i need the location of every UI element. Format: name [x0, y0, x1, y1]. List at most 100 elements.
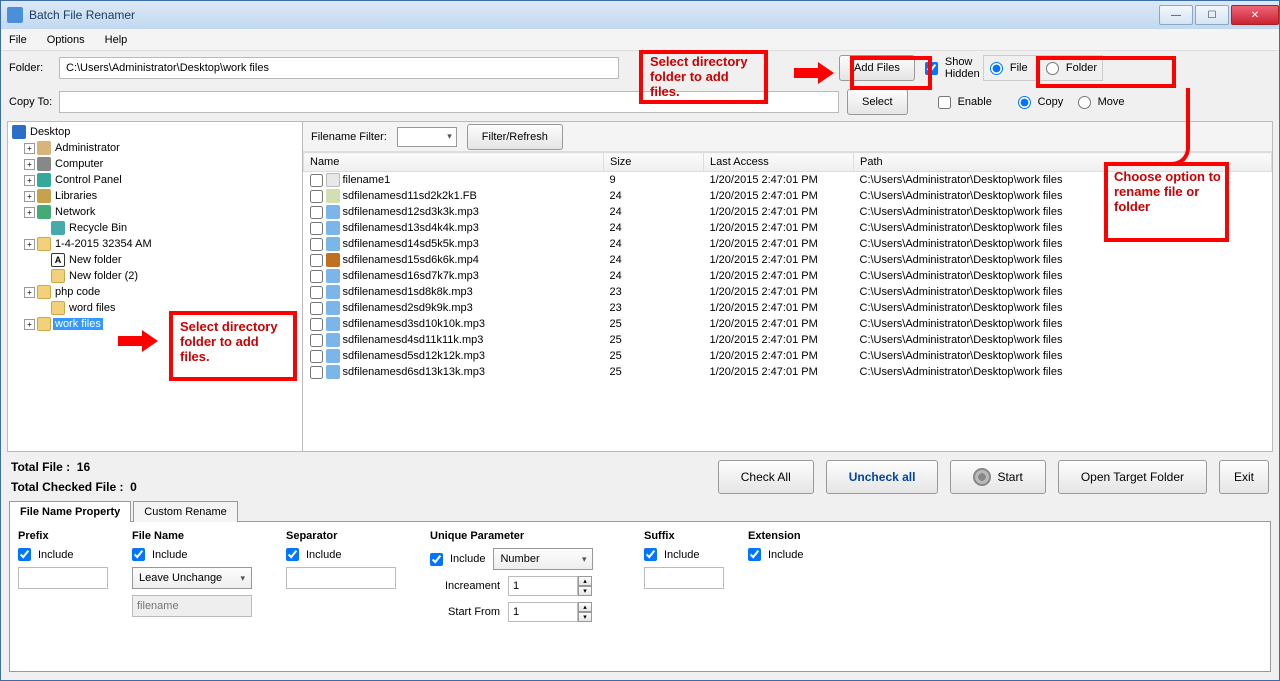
table-row[interactable]: sdfilenamesd3sd10k10k.mp3251/20/2015 2:4… [304, 316, 1272, 332]
row-checkbox[interactable] [310, 190, 323, 203]
desktop-icon [12, 125, 26, 139]
row-checkbox[interactable] [310, 174, 323, 187]
unique-type-combo[interactable]: Number [493, 548, 593, 570]
separator-input[interactable] [286, 567, 396, 589]
row-checkbox[interactable] [310, 222, 323, 235]
suffix-input[interactable] [644, 567, 724, 589]
tree-item[interactable]: +php code [10, 284, 300, 300]
suffix-title: Suffix [644, 530, 734, 542]
move-radio[interactable]: Move [1078, 96, 1128, 109]
close-button[interactable]: ✕ [1231, 5, 1279, 25]
file-name: sdfilenamesd16sd7k7k.mp3 [343, 270, 479, 282]
total-file-value: 16 [77, 460, 90, 474]
annotation-tree-arrow [118, 330, 158, 352]
mode-folder-radio[interactable]: Folder [1046, 62, 1096, 75]
tree-item[interactable]: word files [10, 300, 300, 316]
separator-include[interactable]: Include [286, 548, 416, 561]
filter-combo[interactable] [397, 127, 457, 147]
file-name: sdfilenamesd1sd8k8k.mp3 [343, 286, 473, 298]
tab-custom-rename[interactable]: Custom Rename [133, 501, 238, 522]
add-files-button[interactable]: Add Files [839, 55, 915, 81]
row-checkbox[interactable] [310, 350, 323, 363]
menu-options[interactable]: Options [47, 34, 85, 46]
tree-item[interactable]: +1-4-2015 32354 AM [10, 236, 300, 252]
mode-file-radio[interactable]: File [990, 62, 1040, 75]
table-row[interactable]: sdfilenamesd1sd8k8k.mp3231/20/2015 2:47:… [304, 284, 1272, 300]
filter-refresh-button[interactable]: Filter/Refresh [467, 124, 563, 150]
select-button[interactable]: Select [847, 89, 908, 115]
show-hidden-check[interactable]: Show Hidden [925, 56, 975, 80]
app-icon [7, 7, 23, 23]
row-checkbox[interactable] [310, 206, 323, 219]
start-button[interactable]: Start [950, 460, 1045, 494]
file-size: 9 [604, 172, 704, 189]
table-row[interactable]: sdfilenamesd5sd12k12k.mp3251/20/2015 2:4… [304, 348, 1272, 364]
row-checkbox[interactable] [310, 270, 323, 283]
unique-title: Unique Parameter [430, 530, 630, 542]
table-row[interactable]: sdfilenamesd4sd11k11k.mp3251/20/2015 2:4… [304, 332, 1272, 348]
tree-item[interactable]: ANew folder [10, 252, 300, 268]
file-path: C:\Users\Administrator\Desktop\work file… [854, 236, 1272, 252]
table-row[interactable]: sdfilenamesd16sd7k7k.mp3241/20/2015 2:47… [304, 268, 1272, 284]
folder-tree[interactable]: Desktop +Administrator+Computer+Control … [8, 122, 303, 451]
table-row[interactable]: sdfilenamesd2sd9k9k.mp3231/20/2015 2:47:… [304, 300, 1272, 316]
annotation-addfiles-text: Select directory folder to add files. [650, 55, 760, 100]
row-checkbox[interactable] [310, 366, 323, 379]
file-icon [326, 221, 340, 235]
file-path: C:\Users\Administrator\Desktop\work file… [854, 316, 1272, 332]
row-checkbox[interactable] [310, 238, 323, 251]
tree-item-label: Recycle Bin [67, 222, 129, 234]
increment-spin[interactable]: ▴▾ [508, 576, 592, 596]
exit-button[interactable]: Exit [1219, 460, 1269, 494]
row-checkbox[interactable] [310, 286, 323, 299]
row-checkbox[interactable] [310, 254, 323, 267]
filename-case-combo[interactable]: Leave Unchange [132, 567, 252, 589]
tree-item[interactable]: +Computer [10, 156, 300, 172]
table-row[interactable]: sdfilenamesd6sd13k13k.mp3251/20/2015 2:4… [304, 364, 1272, 380]
row-checkbox[interactable] [310, 334, 323, 347]
file-last-access: 1/20/2015 2:47:01 PM [704, 284, 854, 300]
copyto-row: Copy To: Select Enable Copy Move [1, 85, 1279, 119]
unique-include[interactable]: Include [430, 553, 485, 566]
menu-file[interactable]: File [9, 34, 27, 46]
row-checkbox[interactable] [310, 302, 323, 315]
open-target-button[interactable]: Open Target Folder [1058, 460, 1207, 494]
row-checkbox[interactable] [310, 318, 323, 331]
table-row[interactable]: sdfilenamesd14sd5k5k.mp3241/20/2015 2:47… [304, 236, 1272, 252]
filename-include[interactable]: Include [132, 548, 272, 561]
menu-help[interactable]: Help [105, 34, 128, 46]
col-last[interactable]: Last Access [704, 153, 854, 172]
tree-item[interactable]: +Network [10, 204, 300, 220]
titlebar: Batch File Renamer — ☐ ✕ [1, 1, 1279, 29]
table-row[interactable]: sdfilenamesd13sd4k4k.mp3241/20/2015 2:47… [304, 220, 1272, 236]
uncheck-all-button[interactable]: Uncheck all [826, 460, 939, 494]
menubar: File Options Help [1, 29, 1279, 51]
startfrom-spin[interactable]: ▴▾ [508, 602, 592, 622]
tree-item[interactable]: New folder (2) [10, 268, 300, 284]
file-icon [326, 285, 340, 299]
tree-item[interactable]: +Administrator [10, 140, 300, 156]
table-row[interactable]: sdfilenamesd15sd6k6k.mp4241/20/2015 2:47… [304, 252, 1272, 268]
prefix-input[interactable] [18, 567, 108, 589]
tree-item[interactable]: +Control Panel [10, 172, 300, 188]
prefix-include[interactable]: Include [18, 548, 118, 561]
file-name: sdfilenamesd6sd13k13k.mp3 [343, 366, 485, 378]
tree-root[interactable]: Desktop [10, 124, 300, 140]
file-last-access: 1/20/2015 2:47:01 PM [704, 220, 854, 236]
tree-item[interactable]: +Libraries [10, 188, 300, 204]
tree-item-label: word files [67, 302, 117, 314]
col-name[interactable]: Name [304, 153, 604, 172]
check-all-button[interactable]: Check All [718, 460, 814, 494]
folder-input[interactable] [59, 57, 619, 79]
col-size[interactable]: Size [604, 153, 704, 172]
maximize-button[interactable]: ☐ [1195, 5, 1229, 25]
enable-check[interactable]: Enable [938, 96, 988, 109]
suffix-include[interactable]: Include [644, 548, 734, 561]
copy-radio[interactable]: Copy [1018, 96, 1068, 109]
extension-include[interactable]: Include [748, 548, 838, 561]
file-last-access: 1/20/2015 2:47:01 PM [704, 188, 854, 204]
filename-input[interactable] [132, 595, 252, 617]
minimize-button[interactable]: — [1159, 5, 1193, 25]
tab-file-name-property[interactable]: File Name Property [9, 501, 131, 522]
tree-item[interactable]: Recycle Bin [10, 220, 300, 236]
